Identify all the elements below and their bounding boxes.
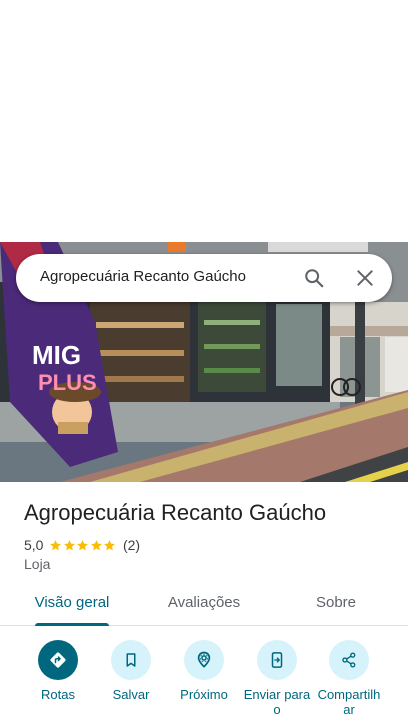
- share-icon[interactable]: [329, 640, 369, 680]
- map-area-blank: [0, 0, 408, 242]
- send-to-phone-icon[interactable]: [257, 640, 297, 680]
- close-icon[interactable]: [351, 264, 379, 292]
- nearby-button[interactable]: Próximo: [164, 640, 244, 702]
- rating-value: 5,0: [24, 537, 44, 553]
- star-rating: [49, 539, 117, 552]
- share-label: Compartilhar: [317, 687, 381, 717]
- bookmark-icon[interactable]: [111, 640, 151, 680]
- directions-button[interactable]: Rotas: [18, 640, 98, 702]
- directions-icon[interactable]: [38, 640, 78, 680]
- send-to-phone-button[interactable]: Enviar para o: [237, 640, 317, 717]
- tab-bar: Visão geral Avaliações Sobre: [0, 584, 408, 626]
- star-icon: [64, 539, 75, 550]
- rating-row[interactable]: 5,0 (2): [24, 536, 140, 554]
- flag-text-line1: MIG: [32, 340, 81, 370]
- star-icon: [50, 539, 62, 550]
- nearby-label: Próximo: [180, 687, 228, 702]
- save-label: Salvar: [112, 687, 150, 702]
- directions-label: Rotas: [41, 687, 75, 702]
- active-tab-indicator: [35, 623, 109, 626]
- search-icon[interactable]: [300, 264, 328, 292]
- nearby-icon[interactable]: [184, 640, 224, 680]
- place-title: Agropecuária Recanto Gaúcho: [24, 500, 327, 525]
- place-category: Loja: [24, 556, 51, 572]
- star-icon: [91, 539, 102, 550]
- send-to-phone-label: Enviar para o: [243, 687, 311, 717]
- star-icon: [77, 539, 89, 550]
- review-count[interactable]: (2): [123, 537, 140, 553]
- share-button[interactable]: Compartilhar: [309, 640, 389, 717]
- flag-text-line2: PLUS: [38, 370, 97, 395]
- search-bar[interactable]: Agropecuária Recanto Gaúcho: [16, 254, 392, 302]
- star-icon: [104, 539, 116, 550]
- search-input[interactable]: Agropecuária Recanto Gaúcho: [40, 268, 246, 285]
- save-button[interactable]: Salvar: [91, 640, 171, 702]
- tab-about[interactable]: Sobre: [300, 584, 372, 626]
- tab-reviews[interactable]: Avaliações: [160, 584, 248, 626]
- tab-overview[interactable]: Visão geral: [28, 584, 116, 626]
